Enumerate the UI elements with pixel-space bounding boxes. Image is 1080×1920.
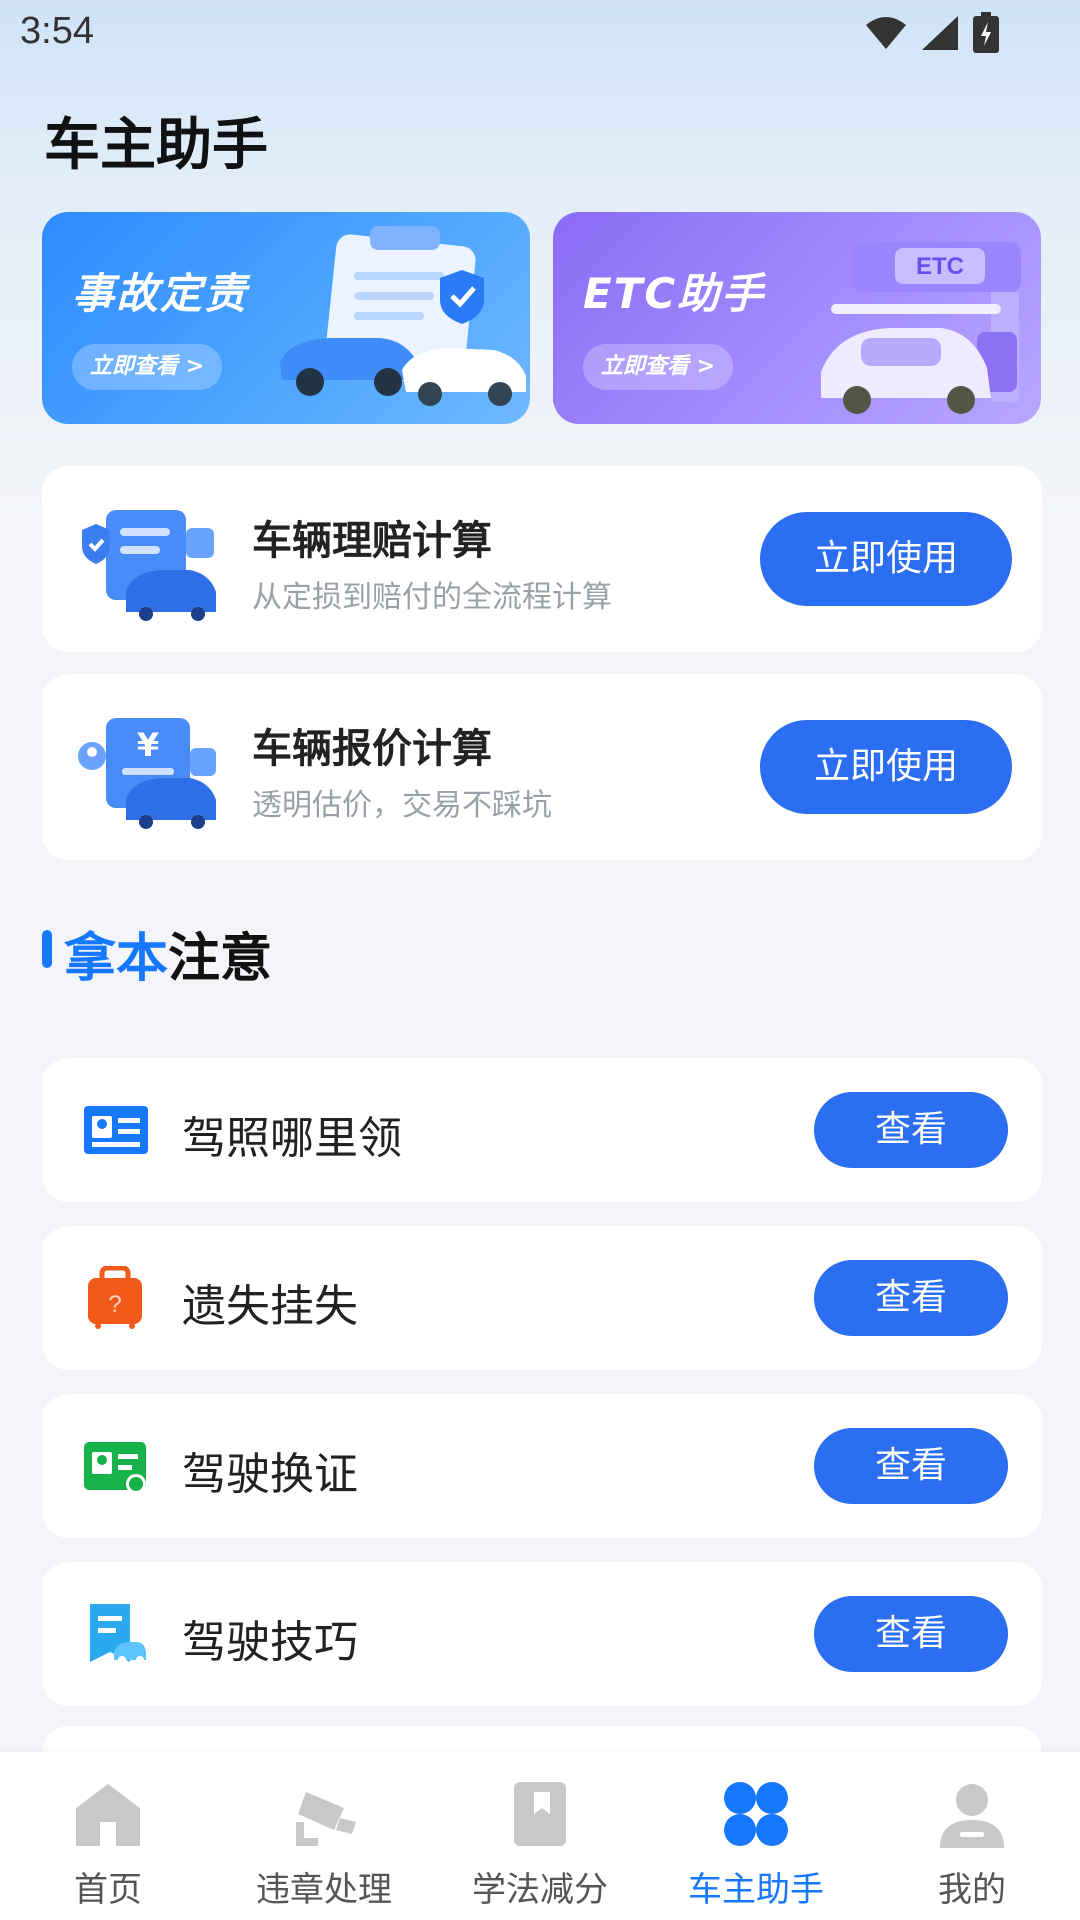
- list-item-license-location[interactable]: 驾照哪里领 查看: [42, 1058, 1042, 1202]
- etc-assistant-banner[interactable]: ETC ETC助手 立即查看 >: [553, 212, 1041, 424]
- tab-home[interactable]: 首页: [0, 1752, 216, 1920]
- camera-icon: [296, 1792, 356, 1846]
- tab-violation[interactable]: 违章处理: [216, 1752, 432, 1920]
- status-icons: [864, 12, 1000, 54]
- svg-text:?: ?: [108, 1291, 121, 1318]
- tool-title: 车辆理赔计算: [252, 518, 492, 564]
- svg-text:¥: ¥: [137, 726, 159, 764]
- banner-title: ETC助手: [583, 269, 766, 318]
- tab-label: 车主助手: [688, 1870, 824, 1910]
- bottom-nav: 首页 违章处理 学法减分 车主助手 我的: [0, 1752, 1080, 1920]
- section-title-rest: 注意: [168, 929, 273, 989]
- price-calculator-card[interactable]: ¥ 车辆报价计算 透明估价，交易不踩坑 立即使用: [42, 674, 1042, 860]
- list-item-label: 驾驶技巧: [182, 1617, 358, 1668]
- use-now-button[interactable]: 立即使用: [760, 512, 1012, 606]
- list-item-label: 遗失挂失: [182, 1281, 358, 1332]
- wifi-icon: [866, 17, 906, 49]
- tab-label: 学法减分: [472, 1870, 608, 1910]
- section-title-accent: 拿本: [64, 929, 169, 989]
- etc-toll-illustration-icon: ETC: [821, 242, 1021, 414]
- list-item-lost-report[interactable]: ? 遗失挂失 查看: [42, 1226, 1042, 1370]
- tab-car-owner-assistant[interactable]: 车主助手: [648, 1752, 864, 1920]
- section-accent-bar: [42, 930, 52, 968]
- claim-calculator-card[interactable]: 车辆理赔计算 从定损到赔付的全流程计算 立即使用: [42, 466, 1042, 652]
- view-button[interactable]: 查看: [814, 1596, 1008, 1672]
- accident-illustration-icon: [280, 226, 526, 406]
- book-icon: [514, 1782, 566, 1846]
- tab-label: 我的: [938, 1870, 1006, 1910]
- tool-subtitle: 透明估价，交易不踩坑: [252, 788, 552, 823]
- view-button[interactable]: 查看: [814, 1092, 1008, 1168]
- tab-label: 首页: [74, 1870, 142, 1910]
- view-button[interactable]: 查看: [814, 1428, 1008, 1504]
- list-item-license-renewal[interactable]: 驾驶换证 查看: [42, 1394, 1042, 1538]
- list-item-driving-tips[interactable]: 驾驶技巧 查看: [42, 1562, 1042, 1706]
- tool-subtitle: 从定损到赔付的全流程计算: [252, 580, 612, 615]
- tab-study[interactable]: 学法减分: [432, 1752, 648, 1920]
- status-time: 3:54: [20, 10, 94, 52]
- battery-icon: [973, 12, 999, 53]
- view-now-button[interactable]: 立即查看 >: [72, 344, 223, 390]
- tab-mine[interactable]: 我的: [864, 1752, 1080, 1920]
- list-item-label: 驾驶换证: [182, 1449, 358, 1500]
- tool-title: 车辆报价计算: [252, 726, 492, 772]
- signal-icon: [922, 16, 958, 50]
- renew-license-icon: [84, 1442, 146, 1494]
- view-button[interactable]: 查看: [814, 1260, 1008, 1336]
- etc-badge: ETC: [916, 253, 964, 280]
- grid-icon: [724, 1782, 788, 1846]
- user-icon: [940, 1784, 1004, 1848]
- price-calculator-icon: ¥: [78, 718, 216, 829]
- banner-title: 事故定责: [72, 269, 249, 318]
- driving-tips-icon: [90, 1604, 146, 1664]
- license-icon: [84, 1106, 148, 1154]
- claim-calculator-icon: [82, 510, 216, 621]
- accident-liability-banner[interactable]: 事故定责 立即查看 >: [42, 212, 530, 424]
- view-now-button[interactable]: 立即查看 >: [583, 344, 734, 390]
- list-item-label: 驾照哪里领: [182, 1113, 402, 1164]
- home-icon: [76, 1784, 140, 1846]
- tab-label: 违章处理: [256, 1870, 392, 1910]
- use-now-button[interactable]: 立即使用: [760, 720, 1012, 814]
- lost-bag-icon: ?: [88, 1266, 142, 1329]
- section-title: 拿本注意: [64, 916, 272, 991]
- page-title: 车主助手: [44, 113, 268, 178]
- status-bar: 3:54: [0, 0, 1080, 64]
